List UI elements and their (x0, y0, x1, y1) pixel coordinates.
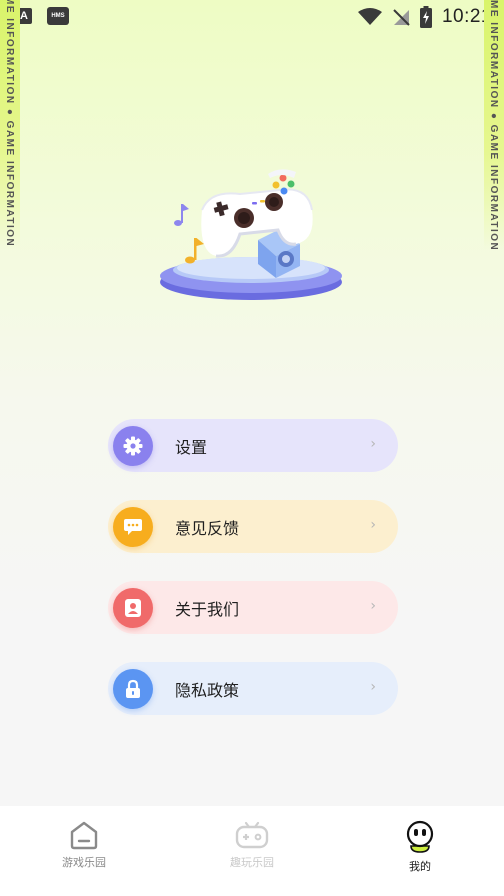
menu-item-privacy-policy[interactable]: 隐私政策 › (108, 662, 398, 715)
lock-icon (113, 668, 153, 709)
bottom-tab-bar: 游戏乐园 趣玩乐园 我的 (0, 806, 504, 896)
menu-item-label: 关于我们 (175, 599, 240, 619)
menu-item-label: 意见反馈 (175, 518, 240, 538)
tab-mine[interactable]: 我的 (336, 806, 504, 896)
status-bar: A HMS 10:21 (0, 0, 504, 34)
tab-fun-park[interactable]: 趣玩乐园 (168, 806, 336, 896)
tab-label: 我的 (409, 860, 431, 873)
gamepad-icon (235, 821, 269, 849)
game-controller-illustration (160, 169, 342, 300)
tab-game-park[interactable]: 游戏乐园 (0, 806, 168, 896)
menu-item-label: 隐私政策 (175, 680, 240, 700)
chat-icon (113, 506, 153, 547)
tab-label: 趣玩乐园 (230, 856, 274, 869)
person-icon (113, 587, 153, 628)
side-banner-text: ME INFORMATION ● GAME INFORMATION (488, 0, 499, 250)
side-banner-text: ME INFORMATION ● GAME INFORMATION (4, 0, 15, 248)
settings-menu: 设置 › 意见反馈 › 关于我们 › 隐私政策 › (108, 419, 398, 743)
hms-icon: HMS (47, 7, 69, 25)
side-banner-left: ME INFORMATION ● GAME INFORMATION (0, 0, 20, 250)
menu-item-label: 设置 (175, 437, 208, 457)
menu-item-feedback[interactable]: 意见反馈 › (108, 500, 398, 553)
chevron-right-icon: › (370, 517, 376, 533)
menu-item-about-us[interactable]: 关于我们 › (108, 581, 398, 634)
battery-icon (419, 6, 432, 28)
chevron-right-icon: › (370, 598, 376, 614)
side-banner-right: ME INFORMATION ● GAME INFORMATION (484, 0, 504, 250)
wifi-icon (357, 8, 382, 25)
menu-item-settings[interactable]: 设置 › (108, 419, 398, 472)
chevron-right-icon: › (370, 679, 376, 695)
chevron-right-icon: › (370, 436, 376, 452)
tab-label: 游戏乐园 (62, 856, 106, 869)
no-signal-icon (393, 9, 410, 26)
profile-face-icon (406, 820, 434, 853)
gear-icon (113, 425, 153, 466)
home-icon (70, 821, 98, 850)
